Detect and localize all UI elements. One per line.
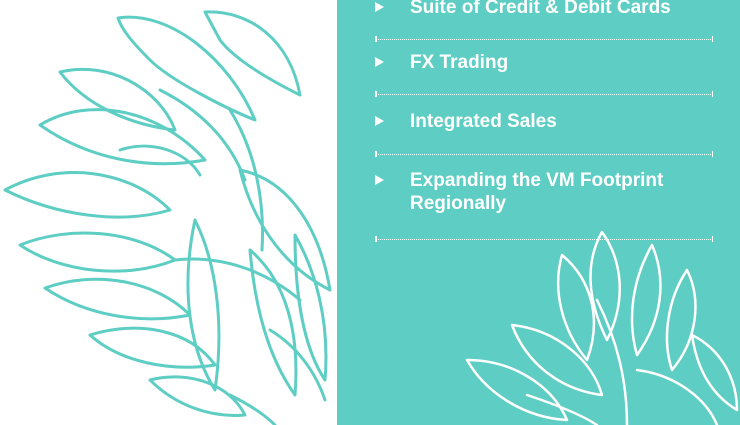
divider [375,151,713,157]
content-panel: Suite of Credit & Debit Cards FX Trading… [337,0,740,425]
divider [375,236,713,242]
triangle-bullet-icon [375,116,384,126]
list-item-label: Suite of Credit & Debit Cards [410,0,671,18]
triangle-bullet-icon [375,2,384,12]
list-item-label: Expanding the VM Footprint Regionally [410,170,664,214]
divider [375,91,713,97]
triangle-bullet-icon [375,57,384,67]
leaf-illustration-left [3,10,332,425]
divider [375,36,713,42]
triangle-bullet-icon [375,175,384,185]
list-item-label: FX Trading [410,52,509,73]
list-item-label: Integrated Sales [410,111,557,132]
